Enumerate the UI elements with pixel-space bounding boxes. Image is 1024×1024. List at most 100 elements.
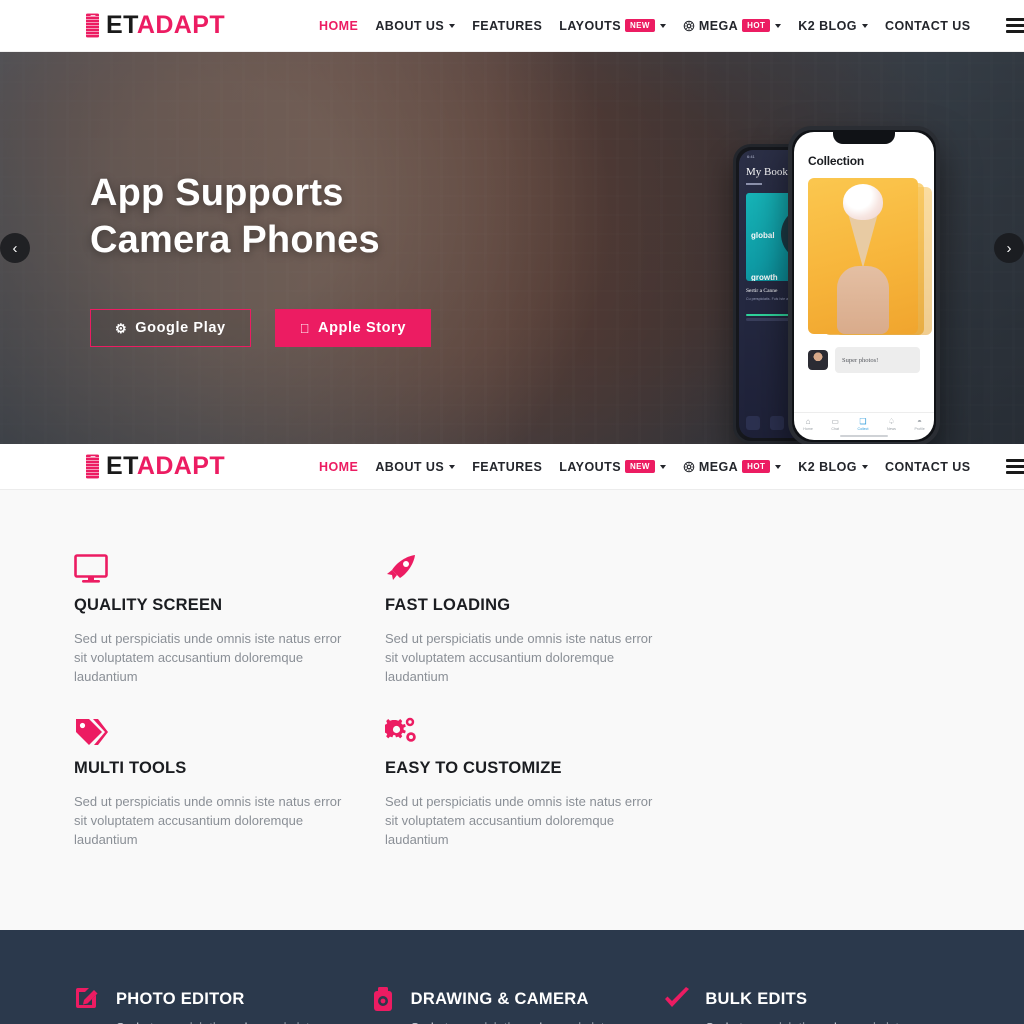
chevron-down-icon [449,23,456,28]
nav-label: LAYOUTS [559,459,621,474]
nav-label: MEGA [698,18,739,33]
logo-text-et: ET [106,11,137,39]
tab-home[interactable]: ⌂ Home [803,417,813,431]
tab-chat[interactable]: ▭ Chat [831,417,839,431]
site-logo[interactable]: ETADAPT [86,13,225,38]
logo-text-adapt: ADAPT [136,11,225,39]
footer-title: BULK EDITS [705,989,808,1008]
badge-hot: HOT [742,460,771,473]
hero-phone-mockups: 6:41 My Books global growth Sertir a Can… [733,126,940,444]
feature-easy-to-customize: EASY TO CUSTOMIZE Sed ut perspiciatis un… [385,715,674,850]
tab-collect[interactable]: ❑ Collect [857,417,868,431]
feature-title: QUALITY SCREEN [74,596,223,614]
slider-prev-button[interactable]: ‹ [0,233,30,263]
nav-label: FEATURES [472,459,543,474]
check-icon [663,986,705,1012]
hero-title-line2: Camera Phones [90,218,380,261]
chevron-left-icon: ‹ [12,239,18,257]
nav-item-k2-blog[interactable]: K2 BLOG [798,19,868,33]
badge-hot: HOT [742,19,771,32]
nav2-item-home[interactable]: HOME [319,460,358,474]
footer-text: Sed ut perspiciatis unde omnis iste [411,1018,656,1024]
feature-text: Sed ut perspiciatis unde omnis iste natu… [385,631,653,685]
tab-news[interactable]: ♤ News [887,417,896,431]
nav-item-contact-us[interactable]: CONTACT US [885,19,971,33]
nav-item-layouts[interactable]: LAYOUTS NEW [559,19,666,33]
nav-label: K2 BLOG [798,459,857,474]
footer-grid: PHOTO EDITOR Sed ut perspiciatis unde om… [74,986,950,1024]
nav-label: CONTACT US [884,18,971,33]
camera-icon [369,986,411,1012]
nav2-item-mega[interactable]: MEGA HOT [683,459,782,474]
nav2-item-about-us[interactable]: ABOUT US [375,459,456,474]
logo-phone-icon [86,13,99,38]
feature-quality-screen: QUALITY SCREEN Sed ut perspiciatis unde … [74,552,363,687]
footer-text: Sed ut perspiciatis unde omnis iste [116,1018,361,1024]
chevron-right-icon: › [1006,239,1012,257]
monitor-icon [74,552,363,584]
badge-new: NEW [624,19,655,32]
logo-text-adapt: ADAPT [136,452,225,480]
hamburger-menu-icon[interactable] [1005,459,1024,474]
apple-icon:  [300,322,310,335]
feature-title: FAST LOADING [385,596,511,614]
chevron-down-icon [659,23,666,28]
apple-story-button[interactable]:  Apple Story [274,309,432,348]
tags-icon [74,715,363,747]
footer-item-bulk-edits: BULK EDITS Sed ut perspiciatis unde omni… [663,986,950,1024]
feature-text: Sed ut perspiciatis unde omnis iste natu… [74,631,342,685]
ice-cream-photo [808,178,918,334]
top-navbar: ETADAPT HOME ABOUT US FEATURES LAYOUTS N… [0,0,1024,52]
hamburger-menu-icon[interactable] [1005,18,1024,33]
nav-item-features[interactable]: FEATURES [472,19,542,33]
avatar [808,350,828,370]
site-logo-secondary[interactable]: ETADAPT [86,454,225,479]
phone-tabbar: ⌂ Home ▭ Chat ❑ Collect ♤ News ◓ Profile [794,411,934,431]
footer-item-photo-editor: PHOTO EDITOR Sed ut perspiciatis unde om… [74,986,361,1024]
nav-item-home[interactable]: HOME [319,19,358,33]
page-root: ETADAPT HOME ABOUT US FEATURES LAYOUTS N… [0,0,1024,1024]
feature-fast-loading: FAST LOADING Sed ut perspiciatis unde om… [385,552,674,687]
phone-notch [833,132,895,144]
google-play-button[interactable]: ⚙ Google Play [90,309,251,348]
footer-title: DRAWING & CAMERA [410,989,589,1008]
footer-title: PHOTO EDITOR [116,989,245,1008]
main-menu: HOME ABOUT US FEATURES LAYOUTS NEW MEGA … [319,18,1024,33]
hero-title: App Supports Camera Phones [90,170,610,263]
photo-card-stack [808,178,932,338]
chevron-down-icon [775,464,782,469]
chevron-down-icon [449,464,456,469]
secondary-navbar: ETADAPT HOME ABOUT US FEATURES LAYOUTS N… [0,444,1024,490]
nav2-item-contact-us[interactable]: CONTACT US [885,460,971,474]
gears-icon [385,715,674,747]
nav-label: K2 BLOG [798,18,857,33]
chevron-down-icon [861,23,868,28]
feature-multi-tools: MULTI TOOLS Sed ut perspiciatis unde omn… [74,715,363,850]
rocket-icon [385,552,674,584]
nav-item-mega[interactable]: MEGA HOT [683,18,782,33]
footer-text: Sed ut perspiciatis unde omnis iste [705,1018,950,1024]
nav-label: ABOUT US [375,459,445,474]
nav-label: MEGA [698,459,739,474]
nav-label: ABOUT US [375,18,445,33]
slider-next-button[interactable]: › [994,233,1024,263]
feature-title: EASY TO CUSTOMIZE [385,758,562,777]
nav2-item-k2-blog[interactable]: K2 BLOG [798,460,868,474]
feature-title: MULTI TOOLS [74,758,187,777]
hero-title-line1: App Supports [90,172,344,214]
main-menu-secondary: HOME ABOUT US FEATURES LAYOUTS NEW MEGA … [319,459,1024,474]
nav-item-about-us[interactable]: ABOUT US [375,18,456,33]
nav-label: HOME [319,459,359,474]
nav2-item-features[interactable]: FEATURES [472,460,542,474]
nav-label: LAYOUTS [559,18,621,33]
logo-phone-icon [86,454,99,479]
badge-new: NEW [624,460,655,473]
apple-story-label: Apple Story [307,320,405,337]
nav-label: CONTACT US [884,459,971,474]
nav-label: HOME [319,18,359,33]
feature-text: Sed ut perspiciatis unde omnis iste natu… [74,793,342,848]
tab-profile[interactable]: ◓ Profile [915,417,925,431]
phone-status-time: 6:41 [747,154,755,159]
nav2-item-layouts[interactable]: LAYOUTS NEW [559,460,666,474]
feature-text: Sed ut perspiciatis unde omnis iste natu… [385,793,653,848]
